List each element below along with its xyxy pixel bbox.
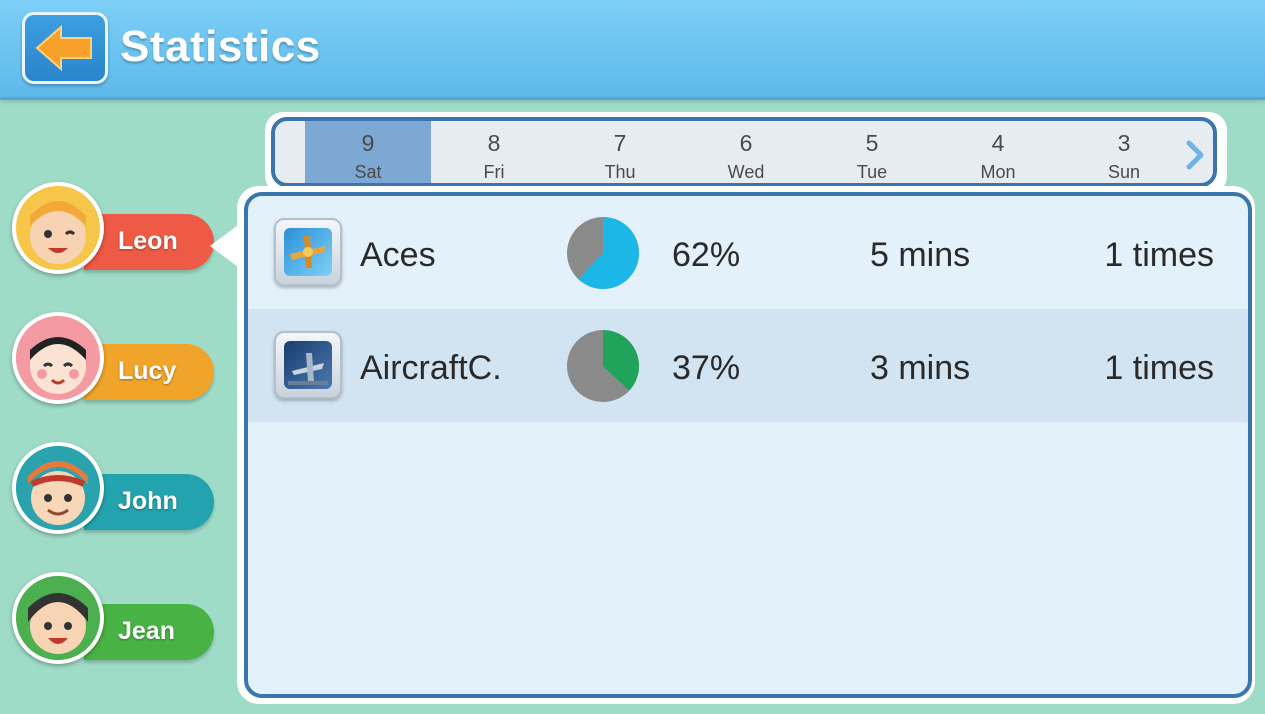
date-number: 4 [991, 130, 1005, 156]
date-day: Wed [727, 162, 765, 182]
arrow-left-icon [35, 24, 92, 72]
date-item-5[interactable]: 5 Tue [809, 121, 935, 183]
usage-duration: 3 mins [870, 349, 971, 387]
usage-percent: 37% [672, 349, 741, 387]
date-item-4[interactable]: 4 Mon [935, 121, 1061, 183]
date-number: 9 [361, 130, 375, 156]
date-number: 8 [487, 130, 501, 156]
date-number: 6 [739, 130, 753, 156]
date-day: Sat [354, 162, 382, 182]
date-number: 3 [1117, 130, 1131, 156]
date-item-3[interactable]: 3 Sun [1061, 121, 1187, 183]
date-strip: 9 Sat 8 Fri 7 Thu 6 Wed 5 Tue 4 Mon 3 Su… [271, 117, 1217, 187]
page-title: Statistics [120, 22, 321, 71]
date-number: 7 [613, 130, 627, 156]
date-item-7[interactable]: 7 Thu [557, 121, 683, 183]
user-jean[interactable]: Jean [12, 572, 214, 672]
date-day: Thu [604, 162, 636, 182]
user-name: Lucy [118, 357, 177, 385]
date-day: Mon [980, 162, 1016, 182]
date-number: 5 [865, 130, 879, 156]
header-bar: Statistics [0, 0, 1265, 100]
app-row-aircraftc[interactable]: AircraftC. 37% 3 mins 1 times [248, 309, 1248, 422]
user-leon[interactable]: Leon [12, 182, 214, 282]
app-name: AircraftC. [360, 349, 502, 387]
user-name: John [118, 487, 178, 515]
avatar [12, 442, 104, 534]
usage-pie-chart [567, 330, 639, 402]
usage-times: 1 times [1104, 349, 1214, 387]
date-item-8[interactable]: 8 Fri [431, 121, 557, 183]
usage-duration: 5 mins [870, 236, 971, 274]
usage-percent: 62% [672, 236, 741, 274]
usage-times: 1 times [1104, 236, 1214, 274]
app-name: Aces [360, 236, 436, 274]
next-dates-button[interactable] [1180, 138, 1210, 172]
date-item-6[interactable]: 6 Wed [683, 121, 809, 183]
user-name: Leon [118, 227, 178, 255]
date-item-9[interactable]: 9 Sat [305, 121, 431, 183]
avatar [12, 182, 104, 274]
avatar [12, 312, 104, 404]
usage-pie-chart [567, 217, 640, 289]
date-day: Sun [1107, 162, 1141, 182]
user-name: Jean [118, 617, 175, 645]
app-icon-aces [274, 218, 342, 286]
stats-panel: Aces 62% 5 mins 1 times AircraftC. 37% 3… [244, 192, 1252, 698]
date-day: Tue [856, 162, 888, 182]
user-lucy[interactable]: Lucy [12, 312, 214, 412]
back-button[interactable] [22, 12, 108, 84]
date-day: Fri [483, 162, 505, 182]
app-row-aces[interactable]: Aces 62% 5 mins 1 times [248, 196, 1248, 309]
chevron-right-icon [1186, 140, 1204, 170]
user-john[interactable]: John [12, 442, 214, 542]
avatar [12, 572, 104, 664]
app-icon-aircraftc [274, 331, 342, 399]
